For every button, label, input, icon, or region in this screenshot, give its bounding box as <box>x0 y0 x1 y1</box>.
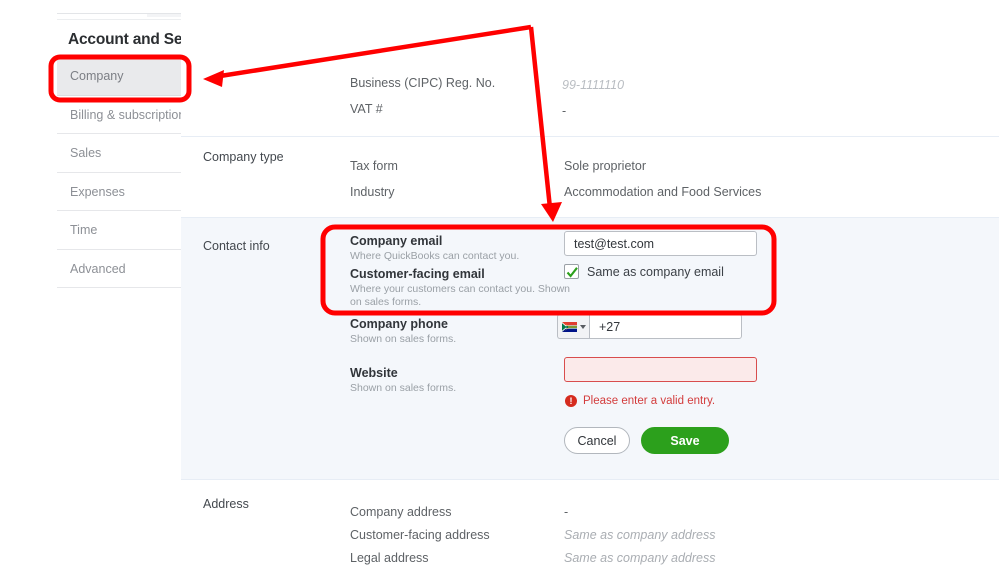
section-company-type: Company type Tax form Sole proprietor In… <box>181 136 999 217</box>
row-label-customer-facing-email: Customer-facing email <box>350 267 485 281</box>
sidebar-item-time[interactable]: Time <box>57 211 181 250</box>
row-sub-customer-facing-email: Where your customers can contact you. Sh… <box>350 283 570 308</box>
row-value-legal-address[interactable]: Same as company address <box>564 551 715 565</box>
company-phone-group <box>557 314 742 339</box>
company-phone-input[interactable] <box>589 314 742 339</box>
sidebar-item-label: Expenses <box>70 185 125 199</box>
website-error-text: Please enter a valid entry. <box>583 395 715 407</box>
save-button[interactable]: Save <box>641 427 729 454</box>
company-email-input[interactable] <box>564 231 757 256</box>
row-sub-website: Shown on sales forms. <box>350 382 456 395</box>
row-value-customer-facing-address[interactable]: Same as company address <box>564 528 715 542</box>
row-label-legal-address: Legal address <box>350 551 429 565</box>
left-gutter <box>0 0 57 577</box>
section-address: Address Company address - Customer-facin… <box>181 479 999 577</box>
cancel-button[interactable]: Cancel <box>564 427 630 454</box>
website-error-message: ! Please enter a valid entry. <box>565 395 715 407</box>
sidebar-item-label: Sales <box>70 146 101 160</box>
row-label-website: Website <box>350 366 398 380</box>
form-action-buttons: Cancel Save <box>564 427 729 454</box>
row-sub-company-phone: Shown on sales forms. <box>350 333 456 346</box>
sidebar-item-label: Advanced <box>70 262 126 276</box>
row-label-company-email: Company email <box>350 234 442 248</box>
sidebar-item-billing-subscription[interactable]: Billing & subscription <box>57 96 181 135</box>
sidebar-item-label: Billing & subscription <box>70 108 185 122</box>
south-africa-flag-icon <box>562 322 577 332</box>
sidebar-item-advanced[interactable]: Advanced <box>57 250 181 289</box>
same-as-company-email-label: Same as company email <box>587 265 724 279</box>
sidebar-item-label: Company <box>70 69 124 83</box>
row-value-vat-number[interactable]: - <box>562 104 566 118</box>
row-label-vat-number: VAT # <box>350 102 383 116</box>
row-label-company-address: Company address <box>350 505 451 519</box>
country-code-dropdown[interactable] <box>557 314 589 339</box>
settings-page: Account and Settings Company Billing & s… <box>0 0 999 577</box>
sidebar-item-expenses[interactable]: Expenses <box>57 173 181 212</box>
row-value-industry[interactable]: Accommodation and Food Services <box>564 185 761 199</box>
section-contact-info: Contact info Company email Where QuickBo… <box>181 217 999 479</box>
exclamation-circle-icon: ! <box>565 395 577 407</box>
same-as-company-email-checkbox-wrap[interactable]: Same as company email <box>564 264 724 279</box>
section-label-contact-info: Contact info <box>203 239 270 253</box>
sidebar-item-company[interactable]: Company <box>57 57 181 96</box>
settings-sidebar: Company Billing & subscription Sales Exp… <box>57 57 181 288</box>
sidebar-item-label: Time <box>70 223 97 237</box>
checkbox-checked-icon[interactable] <box>564 264 579 279</box>
row-label-company-phone: Company phone <box>350 317 448 331</box>
row-label-customer-facing-address: Customer-facing address <box>350 528 490 542</box>
chevron-down-icon <box>580 325 586 329</box>
row-label-business-reg-no: Business (CIPC) Reg. No. <box>350 76 495 90</box>
row-sub-company-email: Where QuickBooks can contact you. <box>350 250 519 263</box>
row-label-industry: Industry <box>350 185 394 199</box>
section-company-info: Business (CIPC) Reg. No. 99-1111110 VAT … <box>181 0 999 136</box>
sidebar-item-sales[interactable]: Sales <box>57 134 181 173</box>
section-label-company-type: Company type <box>203 150 284 164</box>
section-label-address: Address <box>203 497 249 511</box>
website-input[interactable] <box>564 357 757 382</box>
row-value-business-reg-no[interactable]: 99-1111110 <box>562 78 624 92</box>
settings-content: Business (CIPC) Reg. No. 99-1111110 VAT … <box>181 0 999 577</box>
row-label-tax-form: Tax form <box>350 159 398 173</box>
row-value-tax-form[interactable]: Sole proprietor <box>564 159 646 173</box>
row-value-company-address[interactable]: - <box>564 505 568 519</box>
